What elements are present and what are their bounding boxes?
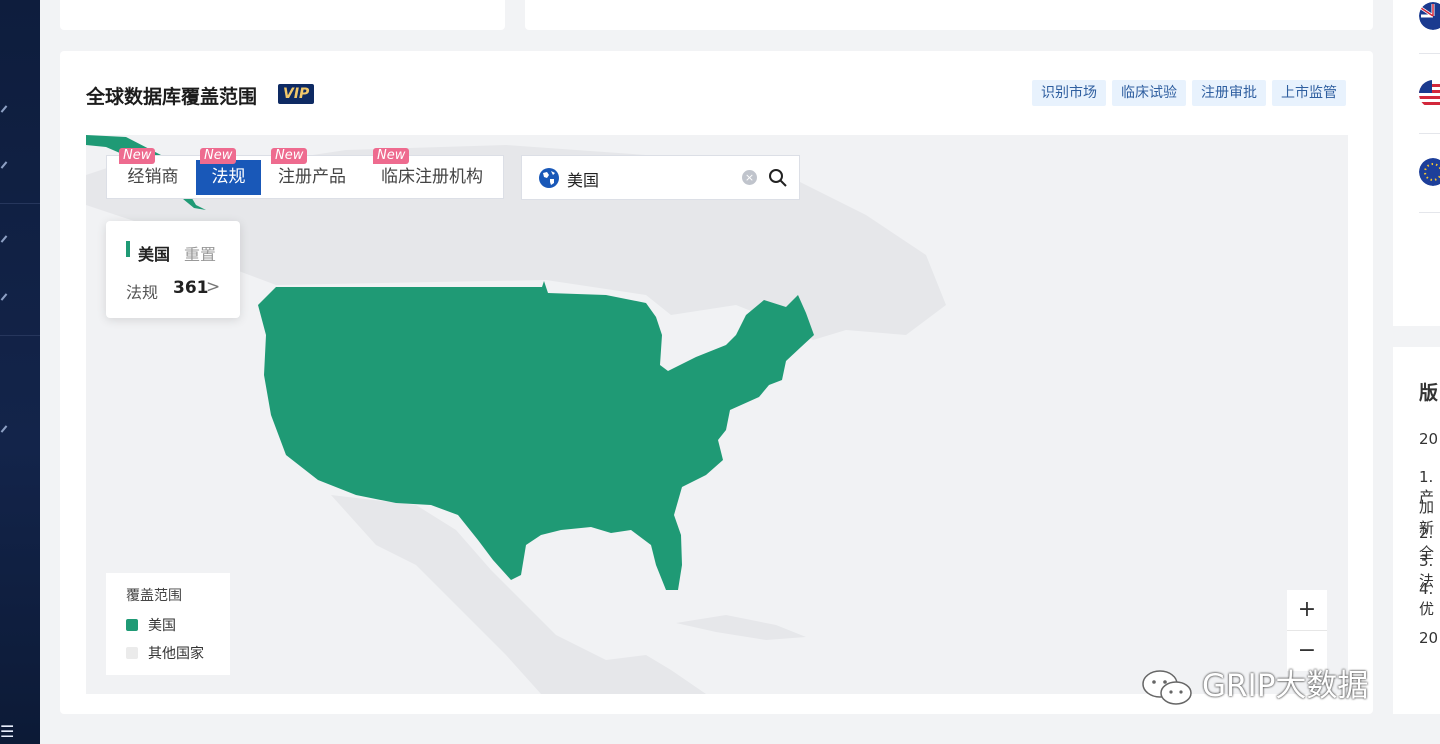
tab-registered-products[interactable]: New 注册产品: [267, 148, 357, 195]
watermark-text: GRIP大数据: [1202, 668, 1369, 704]
sidebar-chevron-icon[interactable]: [0, 105, 8, 113]
sidebar-divider: [0, 203, 40, 204]
tag-registration[interactable]: 注册审批: [1192, 80, 1266, 106]
legend-item: 美国: [126, 615, 176, 635]
right-divider: [1419, 212, 1440, 213]
info-metric-label: 法规: [126, 283, 159, 302]
category-tabs: New 经销商 New 法规 New 注册产品 New 临床注册机构: [106, 148, 504, 199]
info-metric-value[interactable]: 361: [173, 278, 209, 298]
world-map[interactable]: New 经销商 New 法规 New 注册产品 New 临床注册机构 美国 ×: [86, 135, 1348, 694]
tab-distributor[interactable]: New 经销商: [115, 148, 191, 195]
tab-clinical-institutions[interactable]: New 临床注册机构: [369, 148, 495, 195]
legend-title: 覆盖范围: [126, 588, 182, 604]
tag-post-market[interactable]: 上市监管: [1272, 80, 1346, 106]
top-card-left: [60, 0, 505, 30]
sidebar-chevron-icon[interactable]: [0, 161, 8, 169]
tab-label: 注册产品: [278, 167, 346, 187]
globe-icon: [539, 168, 559, 188]
eu-flag-icon[interactable]: [1419, 158, 1440, 186]
new-badge: New: [373, 148, 410, 164]
wechat-icon: [1142, 669, 1192, 705]
legend-swatch: [126, 619, 138, 631]
right-divider: [1419, 53, 1440, 54]
tag-market[interactable]: 识别市场: [1032, 80, 1106, 106]
cuba-shape: [676, 615, 806, 640]
country-search[interactable]: 美国 ×: [521, 155, 800, 200]
watermark: GRIP大数据: [1140, 660, 1368, 708]
tag-clinical[interactable]: 临床试验: [1112, 80, 1186, 106]
legend-label: 美国: [148, 618, 176, 634]
clear-icon[interactable]: ×: [742, 170, 757, 185]
sidebar-chevron-icon[interactable]: [0, 235, 8, 243]
legend-item: 其他国家: [126, 643, 204, 663]
zoom-in-button[interactable]: +: [1287, 590, 1327, 630]
reset-link[interactable]: 重置: [184, 241, 216, 265]
section-title: 全球数据库覆盖范围: [86, 86, 258, 108]
tab-label: 临床注册机构: [381, 167, 483, 187]
new-badge: New: [200, 148, 237, 164]
country-info-box: 美国 重置 法规 361 >: [106, 221, 240, 318]
sidebar-chevron-icon[interactable]: [0, 293, 8, 301]
search-icon[interactable]: [768, 168, 788, 188]
vip-badge: VIP: [278, 84, 315, 104]
sidebar: ☰: [0, 0, 40, 744]
sidebar-divider: [0, 335, 40, 336]
tab-label: 法规: [211, 167, 246, 187]
usa-flag-icon[interactable]: [1419, 80, 1440, 108]
menu-icon[interactable]: ☰: [0, 724, 14, 740]
tab-regulation[interactable]: New 法规: [196, 148, 261, 195]
sidebar-chevron-icon[interactable]: [0, 425, 8, 433]
map-canvas: [86, 135, 946, 694]
version-line: 20: [1419, 430, 1439, 448]
usa-shape[interactable]: [258, 281, 814, 590]
tab-label: 经销商: [127, 167, 179, 187]
info-accent-bar: [126, 241, 130, 257]
map-legend: 覆盖范围 美国 其他国家: [106, 573, 230, 675]
version-title: 版: [1419, 382, 1439, 404]
search-value[interactable]: 美国: [567, 167, 599, 191]
right-divider: [1419, 133, 1440, 134]
legend-label: 其他国家: [148, 646, 204, 662]
tag-list: 识别市场 临床试验 注册审批 上市监管: [1032, 80, 1346, 106]
version-line: 20: [1419, 629, 1439, 647]
new-badge: New: [119, 148, 156, 164]
legend-swatch: [126, 647, 138, 659]
zoom-controls: + −: [1287, 590, 1327, 671]
australia-flag-icon[interactable]: [1419, 2, 1440, 30]
chevron-right-icon[interactable]: >: [206, 277, 220, 297]
version-line: 4.优: [1419, 580, 1435, 618]
new-badge: New: [271, 148, 308, 164]
info-country: 美国: [138, 245, 171, 264]
top-card-right: [525, 0, 1373, 30]
